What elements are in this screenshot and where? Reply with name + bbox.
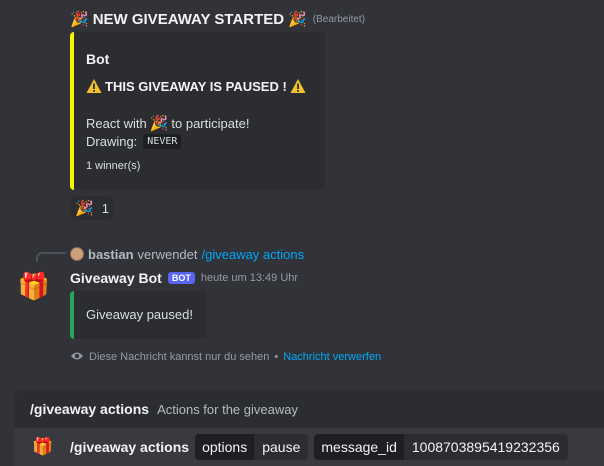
- giveaway-embed: Bot THIS GIVEAWAY IS PAUSED ! React with…: [70, 32, 325, 190]
- paused-text: THIS GIVEAWAY IS PAUSED !: [105, 78, 287, 94]
- drawing-value: NEVER: [143, 134, 182, 149]
- option-name: options: [195, 434, 255, 460]
- party-popper-icon: 🎉: [149, 115, 169, 132]
- reply-uses-text: verwendet: [137, 246, 198, 262]
- giveaway-title-text: NEW GIVEAWAY STARTED: [92, 10, 285, 28]
- ephemeral-separator: •: [274, 351, 279, 363]
- party-popper-icon: 🎉: [70, 10, 89, 28]
- command-name: /giveaway actions: [30, 401, 150, 417]
- party-popper-icon: 🎉: [288, 10, 307, 28]
- option-chip-message-id[interactable]: message_id 1008703895419232356: [314, 434, 568, 460]
- reply-username[interactable]: bastian: [88, 247, 134, 262]
- react-suffix: to participate!: [171, 116, 250, 131]
- reply-connector: [36, 252, 66, 262]
- party-popper-icon: 🎉: [75, 199, 94, 217]
- message-header: Giveaway Bot BOT heute um 13:49 Uhr: [70, 268, 298, 288]
- input-command: /giveaway actions: [70, 439, 190, 455]
- drawing-label: Drawing:: [86, 134, 138, 149]
- ephemeral-notice: Diese Nachricht kannst nur du sehen • Na…: [70, 349, 381, 365]
- warning-icon: [86, 78, 102, 94]
- warning-icon: [290, 78, 306, 94]
- option-value[interactable]: pause: [254, 434, 309, 460]
- eye-icon: [70, 351, 84, 364]
- dismiss-message-link[interactable]: Nachricht verwerfen: [283, 351, 381, 363]
- command-info: /giveaway actions Actions for the giveaw…: [30, 401, 298, 417]
- option-name: message_id: [314, 434, 404, 460]
- embed-author: Bot: [86, 51, 110, 67]
- option-value[interactable]: 1008703895419232356: [403, 434, 568, 460]
- gift-icon[interactable]: 🎁: [32, 437, 54, 457]
- user-avatar[interactable]: [70, 247, 84, 261]
- drawing-line: Drawing: NEVER: [86, 134, 182, 149]
- slash-command-panel: /giveaway actions Actions for the giveaw…: [14, 390, 604, 466]
- reaction-count: 1: [101, 200, 109, 216]
- edited-label: (Bearbeitet): [312, 13, 366, 25]
- bot-name[interactable]: Giveaway Bot: [70, 270, 162, 286]
- command-description: Actions for the giveaway: [157, 401, 298, 417]
- option-chip-options[interactable]: options pause: [195, 434, 309, 460]
- status-embed-text: Giveaway paused!: [86, 307, 193, 322]
- reaction-button[interactable]: 🎉 1: [70, 196, 114, 220]
- bot-tag: BOT: [167, 272, 195, 284]
- paused-notice: THIS GIVEAWAY IS PAUSED !: [86, 78, 306, 94]
- timestamp: heute um 13:49 Uhr: [200, 272, 299, 284]
- reply-reference[interactable]: bastian verwendet /giveaway actions: [70, 245, 304, 263]
- message-input[interactable]: 🎁 /giveaway actions options pause messag…: [14, 428, 604, 466]
- embed-footer: 1 winner(s): [86, 160, 141, 172]
- giveaway-message-title: 🎉 NEW GIVEAWAY STARTED 🎉 (Bearbeitet): [70, 8, 365, 30]
- reply-command-link[interactable]: /giveaway actions: [202, 247, 305, 262]
- react-prefix: React with: [86, 116, 147, 131]
- status-embed: Giveaway paused!: [70, 291, 207, 339]
- gift-icon[interactable]: 🎁: [18, 270, 50, 302]
- ephemeral-text: Diese Nachricht kannst nur du sehen: [89, 351, 270, 363]
- react-instruction: React with 🎉 to participate!: [86, 116, 249, 131]
